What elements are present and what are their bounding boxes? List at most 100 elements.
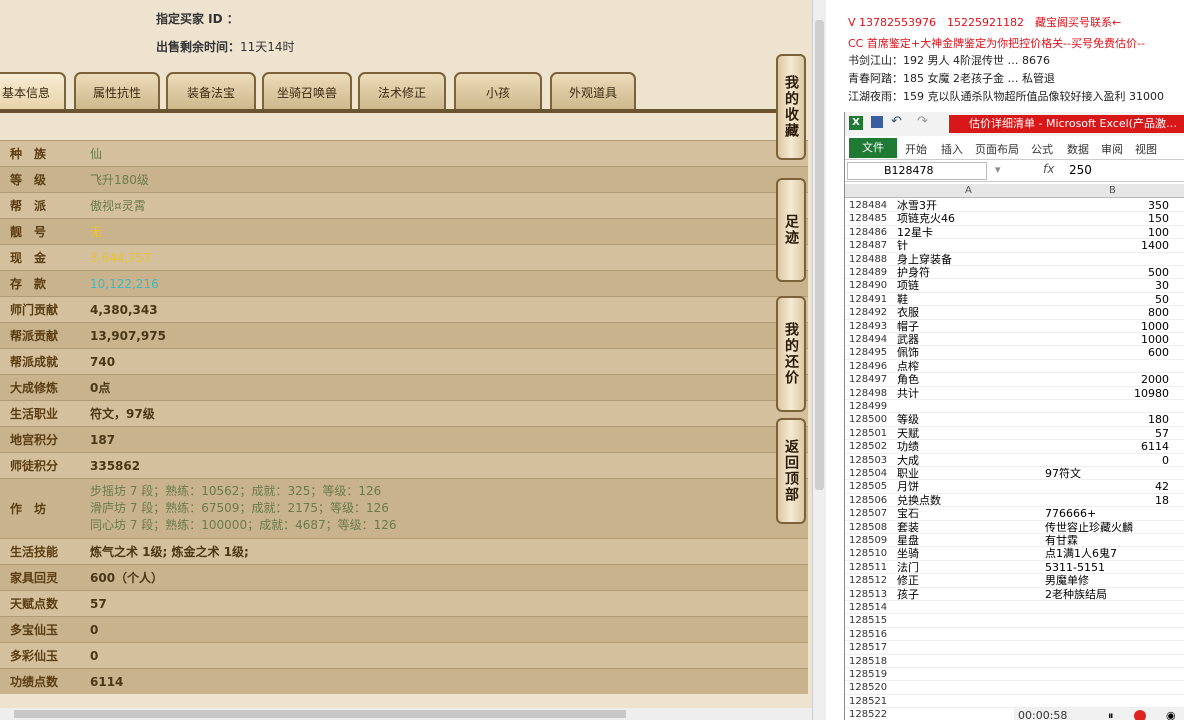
cell-b[interactable]: 1000 — [1141, 320, 1169, 333]
row-number[interactable]: 128490 — [849, 279, 893, 292]
my-offer-button[interactable]: 我的还价 — [776, 296, 806, 412]
row-number[interactable]: 128486 — [849, 226, 893, 239]
cell-a[interactable]: 项链 — [897, 279, 919, 292]
dropdown-icon[interactable]: ▾ — [995, 163, 1001, 176]
cell-b[interactable]: 180 — [1148, 413, 1169, 426]
row-number[interactable]: 128519 — [849, 668, 893, 681]
footprint-button[interactable]: 足迹 — [776, 178, 806, 282]
cell-a[interactable]: 大成 — [897, 454, 919, 467]
cell-a[interactable]: 冰雪3开 — [897, 199, 937, 212]
cell-a[interactable]: 共计 — [897, 387, 919, 400]
tab-appearance[interactable]: 外观道具 — [550, 72, 636, 110]
cell-a[interactable]: 鞋 — [897, 293, 908, 306]
row-number[interactable]: 128513 — [849, 588, 893, 601]
cell-a[interactable]: 12星卡 — [897, 226, 933, 239]
cell-a[interactable]: 天赋 — [897, 427, 919, 440]
cell-b[interactable]: 18 — [1155, 494, 1169, 507]
redo-icon[interactable]: ↷ — [917, 114, 928, 129]
tab-mounts-pets[interactable]: 坐骑召唤兽 — [262, 72, 352, 110]
camera-icon[interactable]: ◉ — [1166, 709, 1176, 720]
formula-input[interactable]: 250 — [1069, 163, 1092, 177]
cell-a[interactable]: 针 — [897, 239, 908, 252]
row-number[interactable]: 128506 — [849, 494, 893, 507]
file-tab[interactable]: 文件 — [849, 138, 897, 158]
ribbon-tab-data[interactable]: 数据 — [1067, 141, 1089, 157]
cell-b[interactable]: 50 — [1155, 293, 1169, 306]
ribbon-tab-view[interactable]: 视图 — [1135, 141, 1157, 157]
row-number[interactable]: 128492 — [849, 306, 893, 319]
row-number[interactable]: 128504 — [849, 467, 893, 480]
cell-a[interactable]: 套装 — [897, 521, 919, 534]
cell-a[interactable]: 武器 — [897, 333, 919, 346]
cell-b[interactable]: 150 — [1148, 212, 1169, 225]
cell-a[interactable]: 项链克火46 — [897, 212, 955, 225]
cell-b[interactable]: 0 — [1162, 454, 1169, 467]
cell-a[interactable]: 角色 — [897, 373, 919, 386]
row-number[interactable]: 128516 — [849, 628, 893, 641]
cell-b[interactable]: 6114 — [1141, 440, 1169, 453]
cell-a[interactable]: 功绩 — [897, 440, 919, 453]
row-number[interactable]: 128499 — [849, 400, 893, 413]
stop-record-icon[interactable] — [1134, 710, 1146, 720]
row-number[interactable]: 128502 — [849, 440, 893, 453]
cell-a[interactable]: 星盘 — [897, 534, 919, 547]
cell-a[interactable]: 身上穿装备 — [897, 253, 952, 266]
cell-b[interactable]: 350 — [1148, 199, 1169, 212]
row-number[interactable]: 128494 — [849, 333, 893, 346]
row-number[interactable]: 128497 — [849, 373, 893, 386]
ribbon-tab-insert[interactable]: 插入 — [941, 141, 963, 157]
row-number[interactable]: 128505 — [849, 480, 893, 493]
row-number[interactable]: 128514 — [849, 601, 893, 614]
row-number[interactable]: 128520 — [849, 681, 893, 694]
cell-b[interactable]: 1400 — [1141, 239, 1169, 252]
row-number[interactable]: 128512 — [849, 574, 893, 587]
row-number[interactable]: 128522 — [849, 708, 893, 720]
ribbon-tab-layout[interactable]: 页面布局 — [975, 141, 1019, 157]
row-number[interactable]: 128507 — [849, 507, 893, 520]
cell-b[interactable]: 776666+ — [1045, 507, 1096, 520]
cell-a[interactable]: 法门 — [897, 561, 919, 574]
row-number[interactable]: 128511 — [849, 561, 893, 574]
row-number[interactable]: 128493 — [849, 320, 893, 333]
row-number[interactable]: 128521 — [849, 695, 893, 708]
row-number[interactable]: 128496 — [849, 360, 893, 373]
favorites-button[interactable]: 我的收藏 — [776, 54, 806, 160]
tab-equipment[interactable]: 装备法宝 — [166, 72, 256, 110]
cell-a[interactable]: 修正 — [897, 574, 919, 587]
cell-b[interactable]: 传世容止珍藏火麟 — [1045, 521, 1133, 534]
horizontal-scrollbar[interactable] — [0, 708, 812, 720]
undo-icon[interactable]: ↶ — [891, 114, 902, 129]
row-number[interactable]: 128488 — [849, 253, 893, 266]
cell-b[interactable]: 5311-5151 — [1045, 561, 1105, 574]
column-b-header[interactable]: B — [1109, 185, 1116, 196]
tab-basic-info[interactable]: 基本信息 — [0, 72, 66, 110]
cell-b[interactable]: 1000 — [1141, 333, 1169, 346]
cell-a[interactable]: 兑换点数 — [897, 494, 941, 507]
cell-a[interactable]: 宝石 — [897, 507, 919, 520]
cell-b[interactable]: 男魔单修 — [1045, 574, 1089, 587]
back-to-top-button[interactable]: 返回顶部 — [776, 418, 806, 524]
cell-b[interactable]: 2老种族结局 — [1045, 588, 1107, 601]
cell-a[interactable]: 坐骑 — [897, 547, 919, 560]
vertical-scrollbar[interactable] — [812, 0, 826, 720]
row-number[interactable]: 128518 — [849, 655, 893, 668]
name-box[interactable]: B128478 — [847, 162, 987, 180]
cell-a[interactable]: 衣服 — [897, 306, 919, 319]
cell-a[interactable]: 等级 — [897, 413, 919, 426]
cell-b[interactable]: 500 — [1148, 266, 1169, 279]
cell-b[interactable]: 42 — [1155, 480, 1169, 493]
cell-b[interactable]: 有甘霖 — [1045, 534, 1078, 547]
save-icon[interactable] — [871, 116, 883, 128]
cell-a[interactable]: 月饼 — [897, 480, 919, 493]
row-number[interactable]: 128510 — [849, 547, 893, 560]
row-number[interactable]: 128489 — [849, 266, 893, 279]
cell-b[interactable]: 2000 — [1141, 373, 1169, 386]
pause-icon[interactable]: ⏸ — [1108, 709, 1114, 720]
column-a-header[interactable]: A — [965, 185, 972, 196]
cell-b[interactable]: 97符文 — [1045, 467, 1081, 480]
row-number[interactable]: 128498 — [849, 387, 893, 400]
cell-b[interactable]: 点1满1人6鬼7 — [1045, 547, 1117, 560]
ribbon-tab-review[interactable]: 审阅 — [1101, 141, 1123, 157]
cell-b[interactable]: 600 — [1148, 346, 1169, 359]
row-number[interactable]: 128484 — [849, 199, 893, 212]
